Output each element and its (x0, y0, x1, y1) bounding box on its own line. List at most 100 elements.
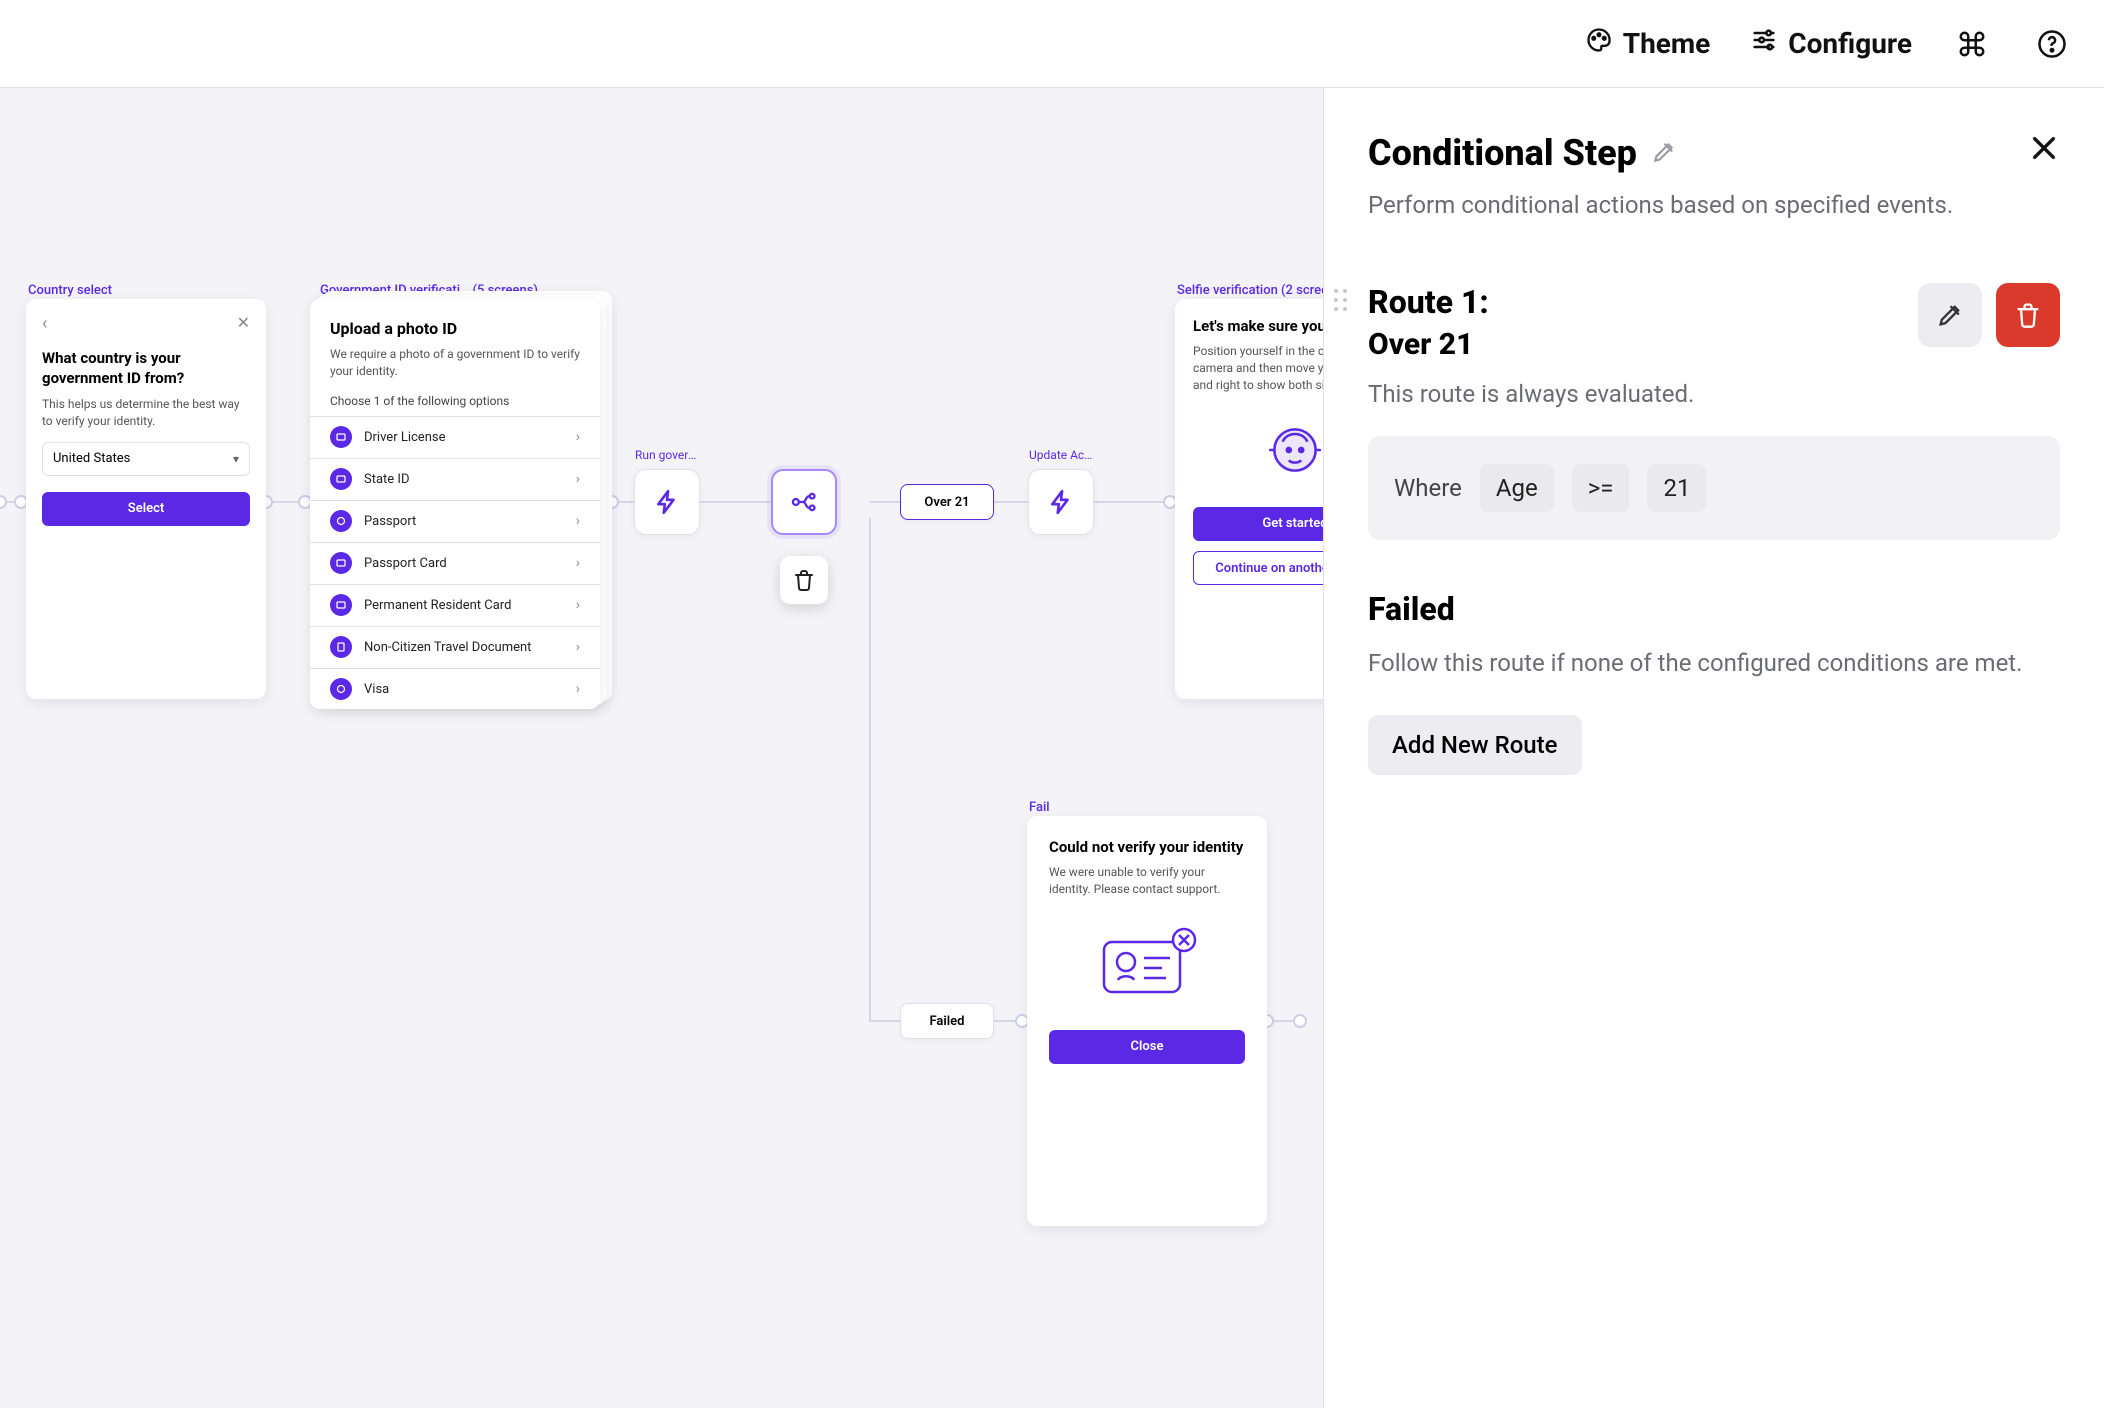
lightning-icon (654, 489, 680, 515)
sliders-icon (1750, 26, 1778, 61)
country-select-button[interactable]: Select (42, 492, 250, 526)
condition-field[interactable]: Age (1480, 464, 1554, 512)
condition-box: Where Age >= 21 (1368, 436, 2060, 540)
node-update-fields[interactable]: Update Account Fields fr… (1028, 469, 1094, 535)
chevron-right-icon: › (576, 513, 580, 529)
route-1-note: This route is always evaluated. (1368, 380, 2060, 408)
delete-node-button[interactable] (780, 556, 828, 604)
chevron-down-icon: ▾ (233, 452, 239, 466)
id-card-icon (330, 594, 352, 616)
trash-icon (2014, 301, 2042, 329)
country-dropdown[interactable]: United States ▾ (42, 442, 250, 476)
document-icon (330, 636, 352, 658)
gov-id-option[interactable]: State ID› (310, 458, 600, 500)
node-run-gov-id[interactable]: Run government ID verifi… (634, 469, 700, 535)
configure-label: Configure (1788, 27, 1912, 60)
selfie-title: Let's make sure you're you (1193, 317, 1323, 335)
chevron-right-icon: › (576, 597, 580, 613)
route-1-label: Route 1: (1368, 283, 1489, 321)
lightning-icon (1048, 489, 1074, 515)
trash-icon (792, 568, 816, 592)
edit-title-icon[interactable] (1651, 132, 1677, 174)
visa-icon (330, 678, 352, 700)
fail-desc: We were unable to verify your identity. … (1049, 864, 1245, 898)
face-illustration (1260, 415, 1323, 485)
delete-route-button[interactable] (1996, 283, 2060, 347)
selfie-desc: Position yourself in the center of the c… (1193, 343, 1323, 393)
palette-icon (1585, 26, 1613, 61)
configure-button[interactable]: Configure (1750, 26, 1912, 61)
gov-id-option[interactable]: Visa › (310, 668, 600, 709)
gov-id-option[interactable]: Permanent Resident Card › (310, 584, 600, 626)
branch-icon (790, 488, 818, 516)
node-label-selfie: Selfie verification (2 screens) (1177, 283, 1323, 298)
failed-title: Failed (1368, 590, 2060, 628)
gov-id-title: Upload a photo ID (330, 319, 580, 338)
node-label-country-select: Country select (28, 283, 112, 298)
edit-route-button[interactable] (1918, 283, 1982, 347)
selfie-get-started-button[interactable]: Get started (1193, 507, 1323, 541)
theme-button[interactable]: Theme (1585, 26, 1711, 61)
fail-illustration (1092, 924, 1202, 1004)
theme-label: Theme (1623, 27, 1711, 60)
selfie-continue-button[interactable]: Continue on another device (1193, 551, 1323, 585)
option-label: Passport (364, 514, 416, 529)
side-panel: Conditional Step Perform conditional act… (1323, 88, 2104, 1408)
option-label: Visa (364, 682, 389, 697)
gov-id-option[interactable]: Driver License › (310, 416, 600, 458)
panel-subtitle: Perform conditional actions based on spe… (1368, 188, 2060, 223)
chevron-right-icon: › (576, 639, 580, 655)
help-icon (2037, 29, 2067, 59)
failed-block: Failed Follow this route if none of the … (1368, 590, 2060, 775)
pencil-icon (1936, 301, 1964, 329)
country-selected: United States (53, 451, 130, 466)
port[interactable] (1293, 1014, 1307, 1028)
passport-icon (330, 510, 352, 532)
port[interactable] (0, 495, 7, 509)
panel-title-row: Conditional Step (1368, 132, 2060, 174)
back-icon[interactable]: ‹ (42, 313, 47, 334)
node-label: Run government ID verifi… (635, 448, 699, 462)
chevron-right-icon: › (576, 429, 580, 445)
condition-operator[interactable]: >= (1572, 464, 1630, 512)
keyboard-shortcuts-button[interactable] (1952, 24, 1992, 64)
gov-id-option[interactable]: Passport › (310, 500, 600, 542)
card-gov-id[interactable]: Upload a photo ID We require a photo of … (310, 299, 600, 709)
drag-handle[interactable] (1334, 289, 1354, 319)
condition-value[interactable]: 21 (1647, 464, 1706, 512)
node-label-fail: Fail (1029, 800, 1050, 815)
option-label: Non-Citizen Travel Document (364, 640, 531, 655)
command-icon (1957, 29, 1987, 59)
add-route-button[interactable]: Add New Route (1368, 715, 1582, 775)
gov-id-desc: We require a photo of a government ID to… (330, 346, 580, 380)
gov-id-choose: Choose 1 of the following options (330, 394, 580, 408)
card-fail[interactable]: Could not verify your identity We were u… (1027, 816, 1267, 1226)
failed-note: Follow this route if none of the configu… (1368, 646, 2060, 681)
country-title: What country is your government ID from? (42, 349, 250, 388)
fail-close-button[interactable]: Close (1049, 1030, 1245, 1064)
id-card-icon (330, 426, 352, 448)
chevron-right-icon: › (576, 555, 580, 571)
id-card-icon (330, 552, 352, 574)
country-hint: This helps us determine the best way to … (42, 396, 250, 430)
route-1-block: Route 1: Over 21 This route is always ev… (1368, 283, 2060, 540)
card-selfie[interactable]: Let's make sure you're you Position your… (1175, 299, 1323, 699)
route-chip-failed[interactable]: Failed (900, 1003, 994, 1039)
close-icon[interactable]: ✕ (237, 313, 250, 332)
option-label: Driver License (364, 430, 445, 445)
option-label: Permanent Resident Card (364, 598, 511, 613)
close-icon (2028, 132, 2060, 164)
gov-id-option[interactable]: Non-Citizen Travel Document › (310, 626, 600, 668)
node-label: Update Account Fields fr… (1029, 448, 1093, 462)
card-country-select[interactable]: ‹ ✕ What country is your government ID f… (26, 299, 266, 699)
option-label: State ID (364, 472, 409, 487)
route-chip-over21[interactable]: Over 21 (900, 484, 994, 520)
flow-canvas[interactable]: Country select ‹ ✕ What country is your … (0, 88, 1323, 1408)
card-gov-id-stack[interactable]: Upload a photo ID We require a photo of … (310, 299, 600, 709)
node-conditional[interactable] (771, 469, 837, 535)
panel-close-button[interactable] (2028, 132, 2060, 168)
panel-title: Conditional Step (1368, 132, 1637, 174)
gov-id-option[interactable]: Passport Card› (310, 542, 600, 584)
help-button[interactable] (2032, 24, 2072, 64)
chevron-right-icon: › (576, 681, 580, 697)
